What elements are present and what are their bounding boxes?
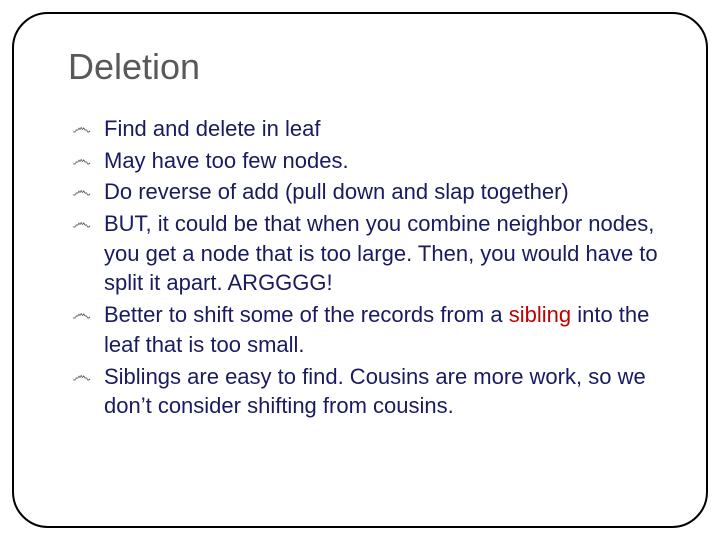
bullet-text: Do reverse of add (pull down and slap to… — [104, 177, 569, 207]
list-item: ෴ Better to shift some of the records fr… — [72, 300, 658, 359]
highlight-word: sibling — [509, 302, 571, 327]
bullet-text: BUT, it could be that when you combine n… — [104, 209, 658, 298]
bullet-list: ෴ Find and delete in leaf ෴ May have too… — [72, 114, 658, 421]
swirl-bullet-icon: ෴ — [72, 146, 104, 174]
bullet-text: Siblings are easy to find. Cousins are m… — [104, 362, 658, 421]
list-item: ෴ Siblings are easy to find. Cousins are… — [72, 362, 658, 421]
list-item: ෴ BUT, it could be that when you combine… — [72, 209, 658, 298]
list-item: ෴ Find and delete in leaf — [72, 114, 658, 144]
swirl-bullet-icon: ෴ — [72, 177, 104, 205]
slide-title: Deletion — [68, 46, 658, 88]
swirl-bullet-icon: ෴ — [72, 300, 104, 328]
text-prefix: Better to shift some of the records from… — [104, 302, 509, 327]
list-item: ෴ May have too few nodes. — [72, 146, 658, 176]
swirl-bullet-icon: ෴ — [72, 209, 104, 237]
bullet-text: May have too few nodes. — [104, 146, 349, 176]
swirl-bullet-icon: ෴ — [72, 362, 104, 390]
list-item: ෴ Do reverse of add (pull down and slap … — [72, 177, 658, 207]
swirl-bullet-icon: ෴ — [72, 114, 104, 142]
bullet-text: Better to shift some of the records from… — [104, 300, 658, 359]
slide-frame: Deletion ෴ Find and delete in leaf ෴ May… — [12, 12, 708, 528]
bullet-text: Find and delete in leaf — [104, 114, 321, 144]
